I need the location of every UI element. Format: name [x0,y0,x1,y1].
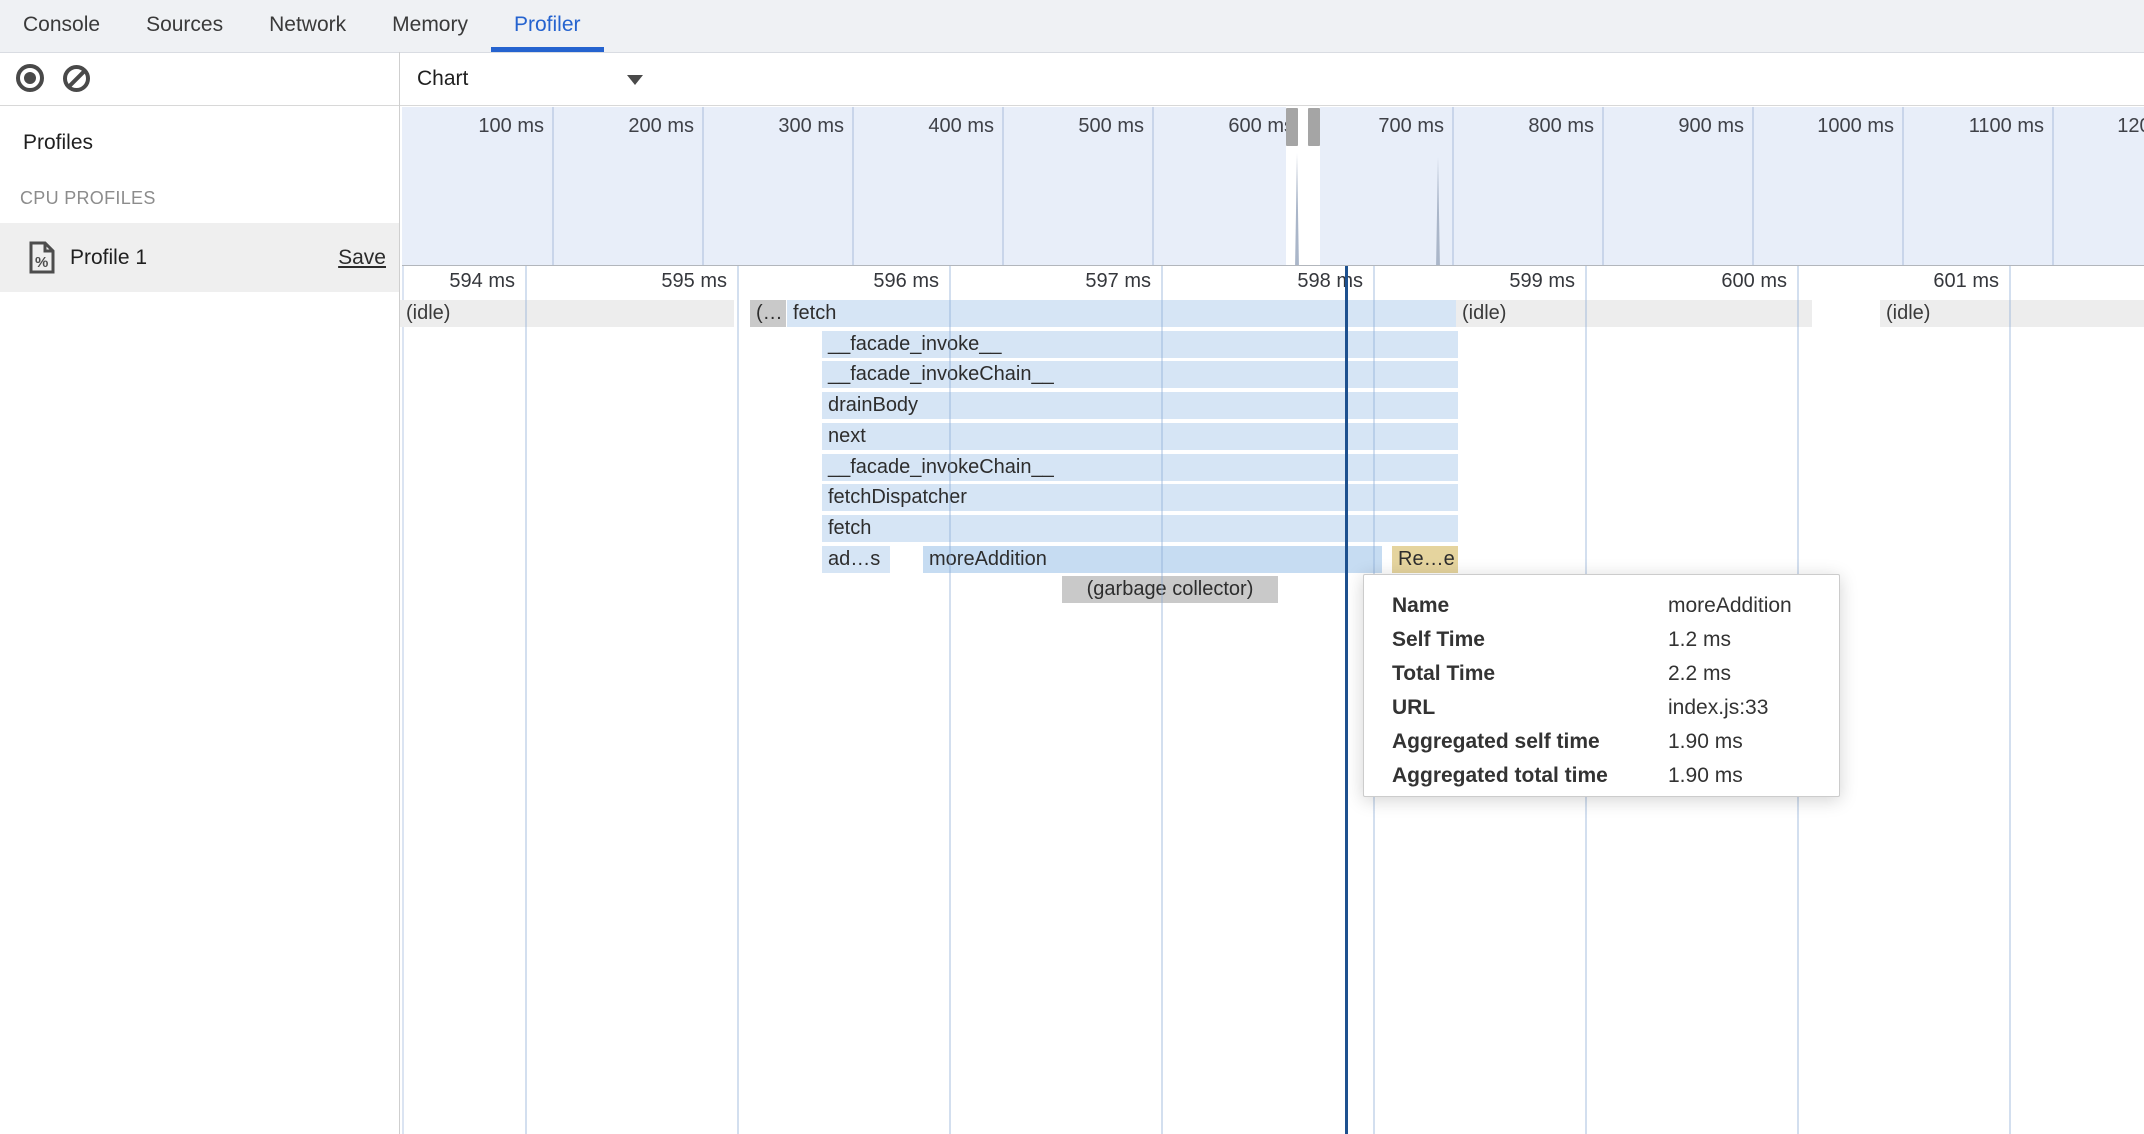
tooltip-value: 1.90 ms [1668,725,1821,759]
ruler-gridline [737,266,739,1134]
clear-slash [68,70,86,88]
tab-bar: ConsoleSourcesNetworkMemoryProfiler [0,0,2144,53]
overview-tick-label: 300 ms [694,115,844,138]
flame-bar--idle-[interactable]: (idle) [1880,300,2144,327]
detail-left-border [402,266,404,1134]
profiles-header: Profiles [23,131,93,155]
tooltip-label: Total Time [1392,657,1668,691]
ruler-tick-label: 595 ms [567,270,727,293]
tooltip-row: Total Time2.2 ms [1392,657,1821,691]
tab-console[interactable]: Console [0,0,123,52]
tooltip-row: Aggregated total time1.90 ms [1392,759,1821,793]
overview-tick-label: 400 ms [844,115,994,138]
save-profile-link[interactable]: Save [338,223,386,292]
tooltip-row: URLindex.js:33 [1392,691,1821,725]
ruler-gridline [2009,266,2011,1134]
flame-bar--facade-invokechain-[interactable]: __facade_invokeChain__ [822,361,1458,388]
tooltip-row: NamemoreAddition [1392,589,1821,623]
profile-name: Profile 1 [70,223,147,292]
overview-tick-label: 1200 ms [2044,115,2144,138]
flame-bar-drainbody[interactable]: drainBody [822,392,1458,419]
overview-tick-label: 500 ms [994,115,1144,138]
timeline-overview[interactable]: 100 ms200 ms300 ms400 ms500 ms600 ms700 … [402,107,2144,266]
overview-tick-label: 1000 ms [1744,115,1894,138]
flame-chart-area: 594 ms 595 ms 596 ms 597 ms 598 ms 599 ms 600 … [400,266,2144,1134]
tooltip-label: Name [1392,589,1668,623]
flame-bar-next[interactable]: next [822,423,1458,450]
ruler-tick-label: 596 ms [779,270,939,293]
flame-bar-moreaddition[interactable]: moreAddition [923,546,1382,573]
sidebar-item-profile-1[interactable]: % Profile 1 Save [0,223,399,292]
overview-tick-label: 200 ms [544,115,694,138]
tab-memory[interactable]: Memory [369,0,491,52]
flame-bar--idle-[interactable]: (idle) [400,300,734,327]
record-dot [24,72,36,84]
tooltip-label: Aggregated self time [1392,725,1668,759]
ruler-tick-label: 594 ms [400,270,515,293]
tooltip-value: index.js:33 [1668,691,1821,725]
tooltip-label: Aggregated total time [1392,759,1668,793]
tooltip-value: 1.90 ms [1668,759,1821,793]
ruler-gridline [525,266,527,1134]
tab-profiler[interactable]: Profiler [491,0,604,52]
tab-sources[interactable]: Sources [123,0,246,52]
ruler-tick-label: 601 ms [1839,270,1999,293]
flame-bar--facade-invoke-[interactable]: __facade_invoke__ [822,331,1458,358]
ruler-tick-label: 599 ms [1415,270,1575,293]
overview-tick-label: 800 ms [1444,115,1594,138]
tooltip-row: Self Time1.2 ms [1392,623,1821,657]
ruler-gridline [1161,266,1163,1134]
profiler-panel: ConsoleSourcesNetworkMemoryProfiler Char… [0,0,2144,1134]
overview-tick-label: 600 ms [1144,115,1294,138]
toolbar-row: Chart [0,53,2144,106]
cpu-profiles-section-header: CPU PROFILES [20,188,156,209]
flame-bar-re-e[interactable]: Re…e [1392,546,1458,573]
flame-bar-fetch[interactable]: fetch [787,300,1456,327]
flame-bar-ad-s[interactable]: ad…s [822,546,890,573]
overview-tick-label: 100 ms [402,115,544,138]
overview-tick-label: 1100 ms [1894,115,2044,138]
tooltip-value: moreAddition [1668,589,1821,623]
tooltip-label: URL [1392,691,1668,725]
tooltip-value: 1.2 ms [1668,623,1821,657]
frame-tooltip: NamemoreAdditionSelf Time1.2 msTotal Tim… [1363,574,1840,797]
flame-bar--idle-[interactable]: (idle) [1456,300,1812,327]
tooltip-row: Aggregated self time1.90 ms [1392,725,1821,759]
ruler-tick-label: 598 ms [1203,270,1363,293]
ruler-tick-label: 597 ms [991,270,1151,293]
flame-bar-fetchdispatcher[interactable]: fetchDispatcher [822,484,1458,511]
record-icon[interactable] [16,64,44,92]
overview-tick-label: 900 ms [1594,115,1744,138]
flame-bar--facade-invokechain-[interactable]: __facade_invokeChain__ [822,454,1458,481]
tab-network[interactable]: Network [246,0,369,52]
playhead-line [1345,266,1348,1134]
clear-icon[interactable] [63,65,90,92]
flame-bar--[interactable]: (… [750,300,786,327]
tooltip-value: 2.2 ms [1668,657,1821,691]
selection-handle-left[interactable] [1286,108,1298,146]
flame-bar-fetch[interactable]: fetch [822,515,1458,542]
svg-text:%: % [35,254,48,271]
ruler-tick-label: 600 ms [1627,270,1787,293]
tooltip-label: Self Time [1392,623,1668,657]
selection-handle-right[interactable] [1308,108,1320,146]
chevron-down-icon[interactable] [627,75,643,85]
ruler-gridline [949,266,951,1134]
cpu-usage-spike [1430,157,1446,265]
chart-view-dropdown[interactable]: Chart [417,53,468,105]
flame-bar--garbage-collector-[interactable]: (garbage collector) [1062,576,1278,603]
percent-document-icon: % [28,241,56,274]
